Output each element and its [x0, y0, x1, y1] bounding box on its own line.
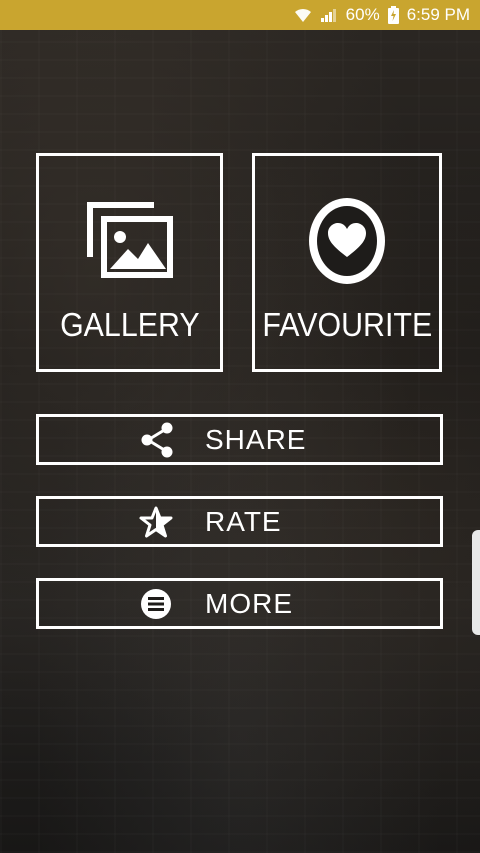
status-bar: 60% 6:59 PM [0, 0, 480, 30]
more-label: MORE [205, 587, 293, 619]
rate-button[interactable]: RATE [36, 496, 443, 547]
battery-icon [387, 6, 399, 24]
share-icon [139, 422, 175, 458]
battery-percent: 60% [345, 5, 380, 24]
more-button[interactable]: MORE [36, 578, 443, 629]
gallery-label: GALLERY [59, 306, 200, 343]
gallery-tile[interactable]: GALLERY [36, 153, 223, 372]
share-label: SHARE [205, 423, 307, 455]
edge-panel-handle[interactable] [472, 530, 480, 635]
menu-circle-icon [139, 587, 173, 621]
rate-label: RATE [205, 505, 282, 537]
heart-circle-icon [306, 196, 388, 286]
share-button[interactable]: SHARE [36, 414, 443, 465]
signal-icon [320, 7, 338, 23]
star-icon [139, 506, 173, 538]
wifi-icon [294, 7, 312, 23]
gallery-icon [84, 196, 176, 286]
clock: 6:59 PM [406, 5, 470, 24]
favourite-label: FAVOURITE [262, 306, 432, 343]
favourite-tile[interactable]: FAVOURITE [252, 153, 442, 372]
